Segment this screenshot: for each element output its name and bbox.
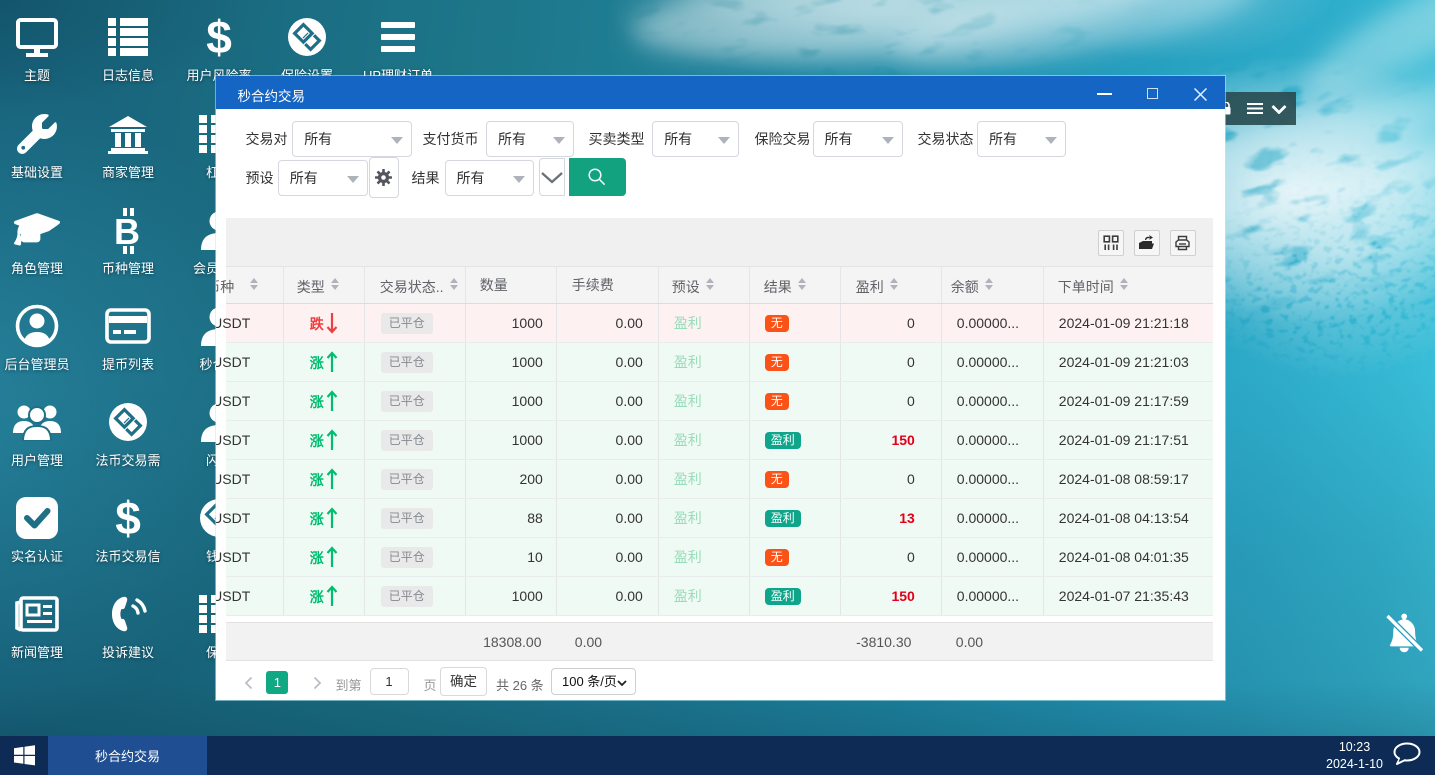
svg-text:$: $ [206,11,232,63]
svg-text:B: B [114,211,140,252]
svg-text:$: $ [115,492,141,544]
